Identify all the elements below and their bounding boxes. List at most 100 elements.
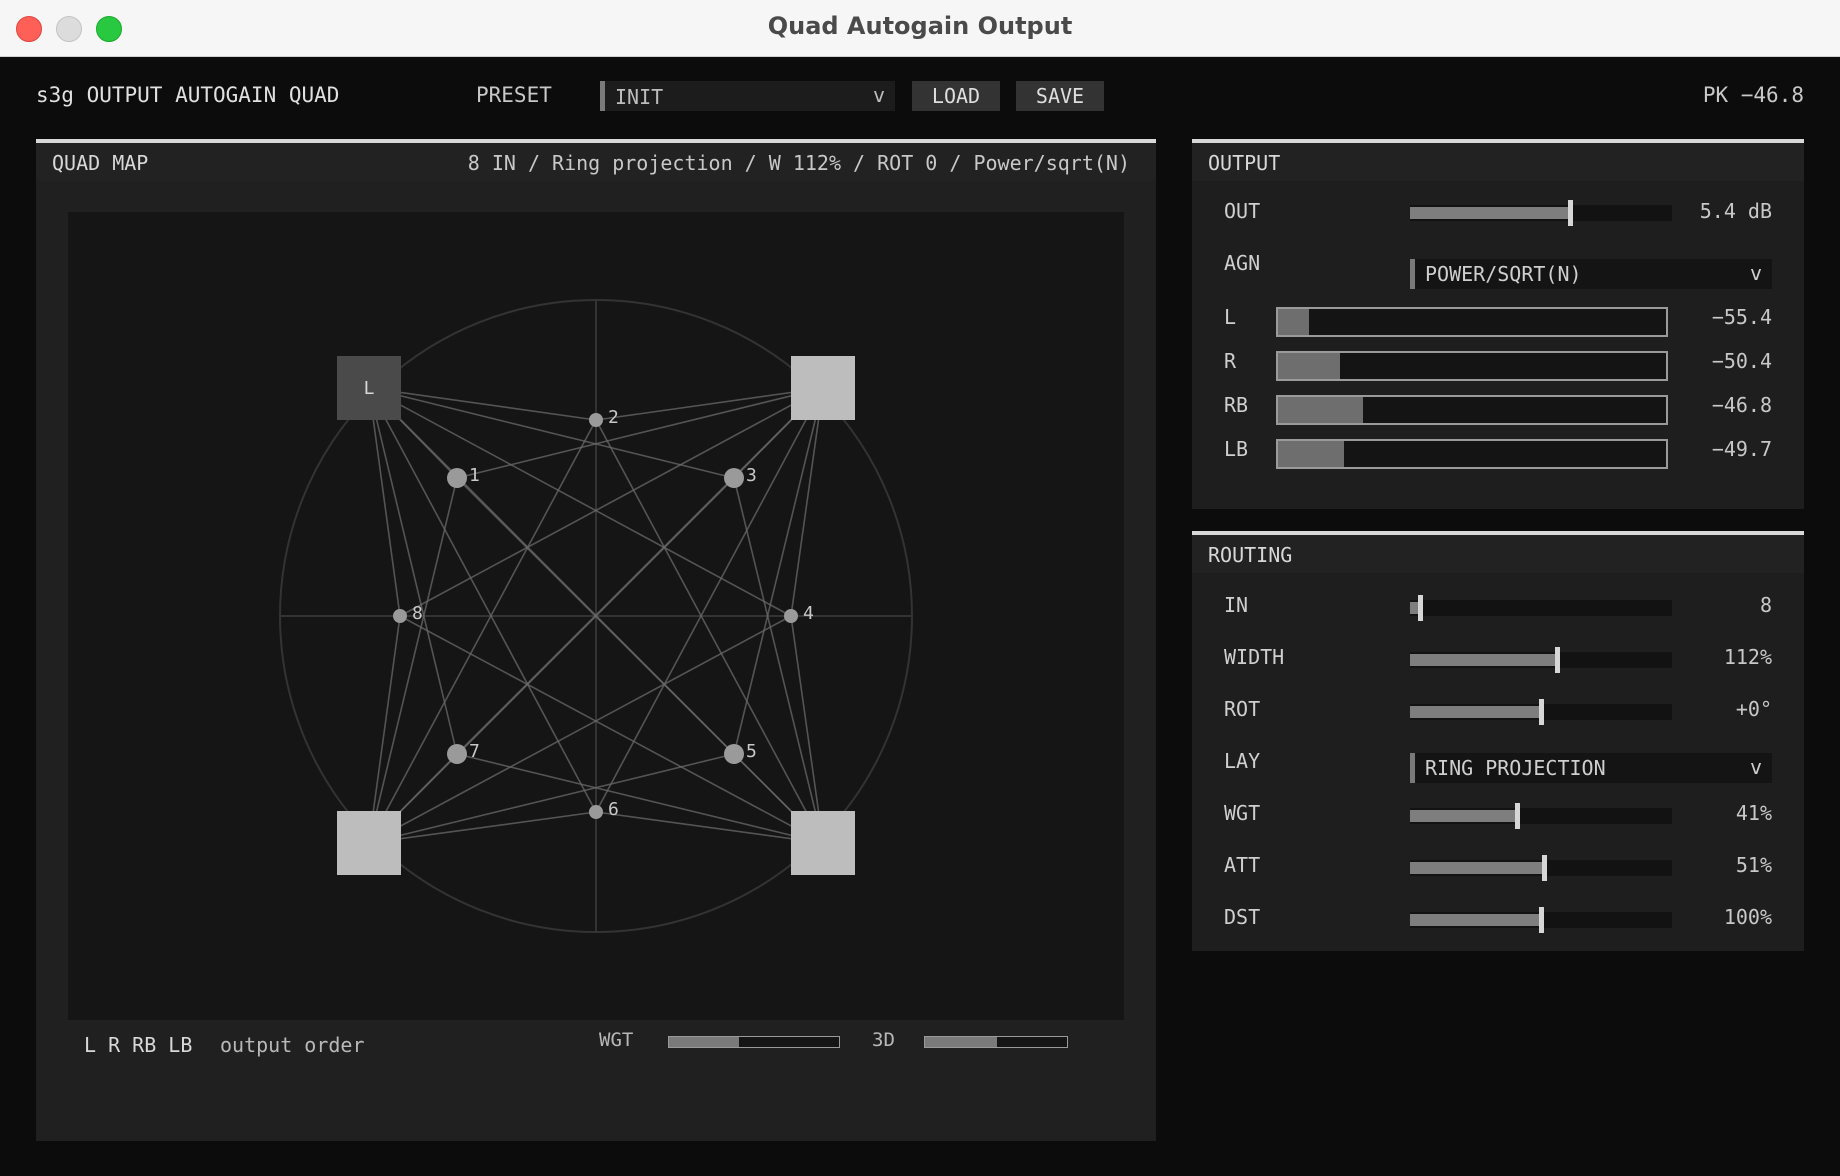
d3-mini-label: 3D	[872, 1029, 895, 1051]
agn-label: AGN	[1224, 251, 1261, 275]
speaker-box	[791, 811, 855, 875]
meter-r	[1276, 351, 1668, 381]
meter-label-lb: LB	[1224, 437, 1249, 461]
att-slider-fill	[1410, 862, 1544, 874]
quad-map-canvas[interactable]: L 1 2 3 4 5 6 7 8	[68, 212, 1124, 1020]
meter-value-lb: −49.7	[1711, 437, 1772, 461]
input-node-label: 1	[469, 465, 480, 486]
connection-line	[368, 387, 458, 755]
output-title: OUTPUT	[1208, 151, 1281, 175]
connection-line	[368, 753, 735, 844]
meter-rb	[1276, 395, 1668, 425]
wgt-slider-thumb[interactable]	[1515, 803, 1521, 829]
d3-mini-bar	[924, 1036, 1068, 1048]
meter-label-rb: RB	[1224, 393, 1249, 417]
out-slider[interactable]	[1410, 200, 1672, 226]
preset-select[interactable]: INIT v	[600, 81, 895, 111]
input-node	[784, 609, 798, 623]
app-root: s3g OUTPUT AUTOGAIN QUAD PRESET INIT v L…	[0, 57, 1840, 1176]
width-label: WIDTH	[1224, 645, 1285, 669]
output-order-keys: L R RB LB	[84, 1033, 193, 1057]
connection-line	[456, 387, 824, 755]
connection-line	[368, 811, 597, 844]
rot-slider-fill	[1410, 706, 1541, 718]
rot-label: ROT	[1224, 697, 1261, 721]
input-node	[589, 805, 603, 819]
preset-value: INIT	[615, 85, 664, 109]
dst-slider[interactable]	[1410, 907, 1672, 933]
routing-header: ROUTING	[1192, 531, 1804, 573]
agn-value: POWER/SQRT(N)	[1425, 262, 1582, 286]
wgt-slider[interactable]	[1410, 803, 1672, 829]
load-button[interactable]: LOAD	[912, 81, 1000, 111]
wgt-label: WGT	[1224, 801, 1261, 825]
output-panel: OUT 5.4 dB AGN POWER/SQRT(N) v L −55.4 R −5…	[1192, 181, 1804, 509]
dst-slider-fill	[1410, 914, 1541, 926]
agn-select[interactable]: POWER/SQRT(N) v	[1410, 259, 1772, 289]
meter-lb	[1276, 439, 1668, 469]
connection-line	[368, 387, 735, 479]
quad-map-header: QUAD MAP 8 IN / Ring projection / W 112%…	[36, 139, 1156, 181]
lay-value: RING PROJECTION	[1425, 756, 1606, 780]
rot-value: +0°	[1735, 697, 1772, 721]
input-node	[447, 468, 467, 488]
in-value: 8	[1759, 593, 1772, 617]
chevron-down-icon: v	[1749, 261, 1762, 285]
meter-fill	[1278, 353, 1341, 379]
connection-line	[368, 615, 401, 844]
connection-line	[456, 753, 824, 844]
wgt-mini-fill	[669, 1037, 739, 1047]
speaker-box	[791, 356, 855, 420]
in-label: IN	[1224, 593, 1249, 617]
meter-value-rb: −46.8	[1711, 393, 1772, 417]
meter-label-l: L	[1224, 305, 1237, 329]
meter-fill	[1278, 309, 1310, 335]
input-node	[724, 468, 744, 488]
input-node	[589, 413, 603, 427]
meter-fill	[1278, 441, 1344, 467]
width-slider[interactable]	[1410, 647, 1672, 673]
wgt-value: 41%	[1735, 801, 1772, 825]
lay-select[interactable]: RING PROJECTION v	[1410, 753, 1772, 783]
speaker-label: L	[364, 378, 375, 399]
out-value: 5.4 dB	[1699, 199, 1772, 223]
speaker-box	[337, 811, 401, 875]
connection-line	[368, 387, 401, 617]
input-node-label: 7	[469, 741, 480, 762]
dst-slider-thumb[interactable]	[1539, 907, 1544, 933]
input-node	[724, 744, 744, 764]
input-node	[447, 744, 467, 764]
wgt-mini-label: WGT	[599, 1029, 634, 1051]
att-value: 51%	[1735, 853, 1772, 877]
input-node-label: 4	[803, 603, 814, 624]
chevron-down-icon: v	[872, 83, 885, 107]
connection-line	[733, 477, 824, 844]
dst-value: 100%	[1723, 905, 1772, 929]
save-button[interactable]: SAVE	[1016, 81, 1104, 111]
wgt-slider-fill	[1410, 810, 1518, 822]
wgt-mini-bar	[668, 1036, 840, 1048]
out-slider-thumb[interactable]	[1567, 200, 1573, 226]
window-titlebar: Quad Autogain Output	[0, 0, 1840, 57]
input-node-label: 5	[746, 741, 757, 762]
in-slider[interactable]	[1410, 595, 1672, 621]
chevron-down-icon: v	[1749, 755, 1762, 779]
d3-mini-fill	[925, 1037, 998, 1047]
rot-slider[interactable]	[1410, 699, 1672, 725]
input-node-label: 6	[608, 799, 619, 820]
width-slider-thumb[interactable]	[1554, 647, 1560, 673]
preset-label: PRESET	[476, 83, 552, 107]
connection-line	[733, 387, 824, 755]
app-title: s3g OUTPUT AUTOGAIN QUAD	[36, 83, 340, 107]
in-slider-thumb[interactable]	[1418, 595, 1424, 621]
att-slider-thumb[interactable]	[1541, 855, 1547, 881]
routing-panel: IN 8 WIDTH 112% ROT +0° LAY RING PROJECT…	[1192, 573, 1804, 951]
rot-slider-thumb[interactable]	[1539, 699, 1544, 725]
meter-l	[1276, 307, 1668, 337]
att-slider[interactable]	[1410, 855, 1672, 881]
quad-map-svg: L 1 2 3 4 5 6 7 8	[279, 299, 913, 933]
quad-map-status: 8 IN / Ring projection / W 112% / ROT 0 …	[467, 151, 1130, 175]
connection-line	[368, 387, 735, 755]
out-label: OUT	[1224, 199, 1261, 223]
quad-map-title: QUAD MAP	[52, 151, 149, 175]
